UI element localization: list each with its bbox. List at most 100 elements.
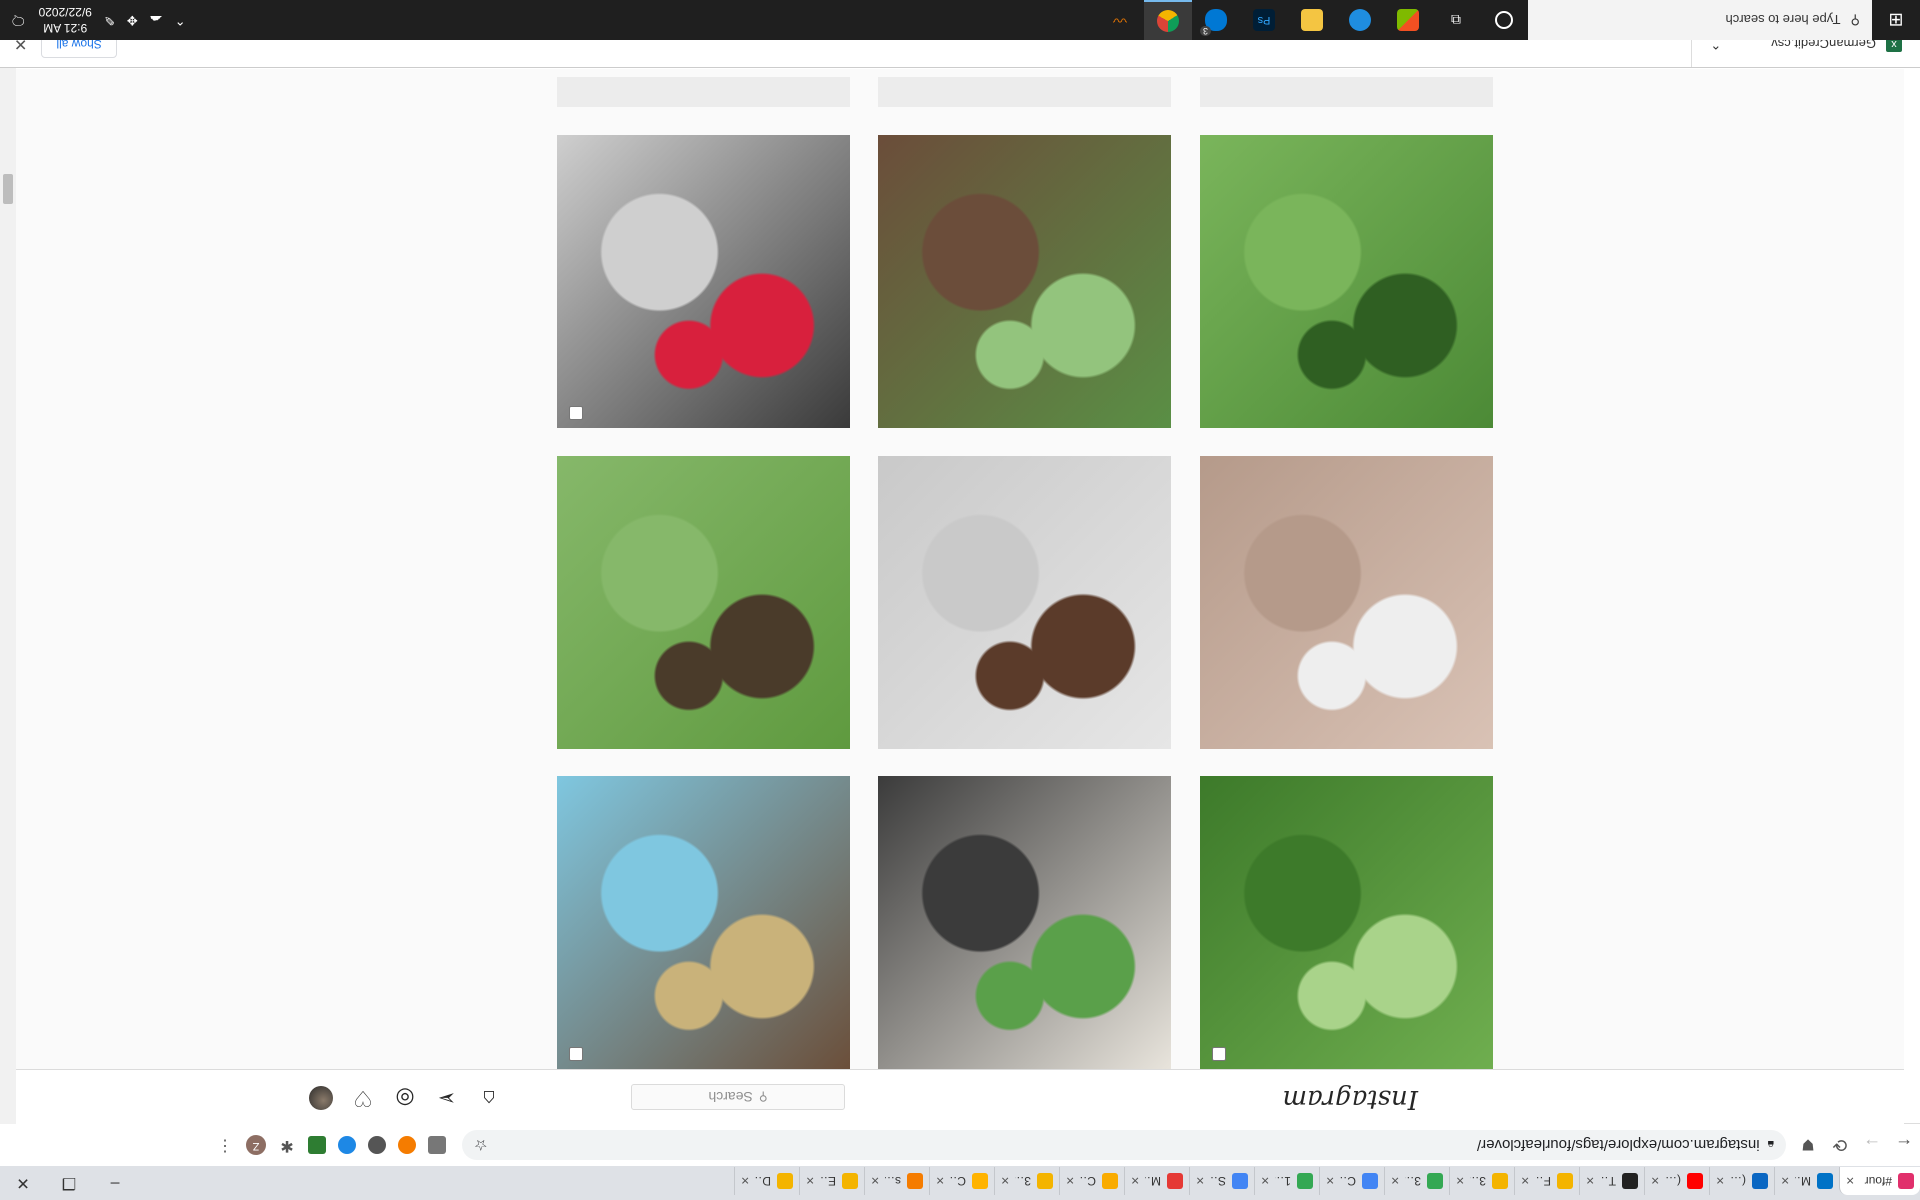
- browser-tab[interactable]: Copy ×: [1059, 1167, 1124, 1195]
- extension-orange-icon[interactable]: [398, 1136, 416, 1154]
- pen-icon[interactable]: ✎: [104, 12, 115, 28]
- back-icon[interactable]: ←: [1888, 1135, 1920, 1156]
- cortana-icon[interactable]: [1480, 0, 1528, 40]
- windows-taskbar: ⊞ ⚲ Type here to search ⧉ Ps 3 〰 ⌃ ☁ ✥ ✎…: [0, 0, 1920, 40]
- browser-tab[interactable]: Data ×: [734, 1167, 799, 1195]
- tab-close-icon[interactable]: ×: [1001, 1173, 1009, 1189]
- taskbar-search-box[interactable]: ⚲ Type here to search: [1528, 0, 1872, 40]
- tab-close-icon[interactable]: ×: [1066, 1173, 1074, 1189]
- photoshop-icon[interactable]: Ps: [1240, 0, 1288, 40]
- close-window-button[interactable]: ✕: [0, 1173, 46, 1193]
- browser-tab[interactable]: Expe ×: [799, 1167, 864, 1195]
- cloud-icon[interactable]: ☁: [150, 12, 163, 28]
- browser-tab[interactable]: Mini- ×: [1124, 1167, 1189, 1195]
- browser-tab[interactable]: Class ×: [929, 1167, 994, 1195]
- browser-tab[interactable]: Searc ×: [1189, 1167, 1254, 1195]
- tab-close-icon[interactable]: ×: [1521, 1173, 1529, 1189]
- browser-tab[interactable]: The I ×: [1579, 1167, 1644, 1195]
- onedrive-icon[interactable]: 3: [1192, 0, 1240, 40]
- browser-tab-strip: #four×Mail -×(1) Li×(7) Sı×The I×Featu×3…: [0, 1166, 1920, 1200]
- post-thumbnail[interactable]: [1200, 135, 1493, 428]
- browser-tab[interactable]: (1) Li ×: [1709, 1167, 1774, 1195]
- omnibox[interactable]: 🔒︎ instagram.com/explore/tags/fourleafcl…: [462, 1130, 1786, 1160]
- browser-tab[interactable]: (7) Sı ×: [1644, 1167, 1709, 1195]
- scrollbar-thumb[interactable]: [3, 174, 13, 204]
- tab-close-icon[interactable]: ×: [936, 1173, 944, 1189]
- browser-tab[interactable]: Capst ×: [1319, 1167, 1384, 1195]
- post-thumbnail[interactable]: [557, 776, 850, 1069]
- post-thumbnail-partial[interactable]: [557, 77, 850, 107]
- page-scrollbar[interactable]: [0, 68, 16, 1124]
- direct-message-icon[interactable]: ➢: [434, 1085, 460, 1111]
- extension-blue-icon[interactable]: [338, 1136, 356, 1154]
- extension-pocket-icon[interactable]: ⛊: [1792, 1137, 1824, 1154]
- tab-close-icon[interactable]: ×: [1846, 1173, 1854, 1189]
- explore-compass-icon[interactable]: ◎: [392, 1085, 418, 1111]
- tab-close-icon[interactable]: ×: [1456, 1173, 1464, 1189]
- menu-kebab-icon[interactable]: ⋮: [216, 1136, 234, 1154]
- forward-icon[interactable]: →: [1856, 1135, 1888, 1156]
- tab-title: Mail -: [1795, 1174, 1811, 1188]
- browser-tab[interactable]: 3.2.4 ×: [994, 1167, 1059, 1195]
- tab-close-icon[interactable]: ×: [1196, 1173, 1204, 1189]
- post-thumbnail[interactable]: [878, 456, 1171, 749]
- profile-avatar[interactable]: Z: [246, 1135, 266, 1155]
- post-thumbnail-partial[interactable]: [1200, 77, 1493, 107]
- browser-tab[interactable]: #four ×: [1839, 1167, 1920, 1195]
- extension-dark-icon[interactable]: [368, 1136, 386, 1154]
- activity-heart-icon[interactable]: ♡: [350, 1085, 376, 1111]
- post-image: [557, 456, 850, 749]
- task-view-icon[interactable]: ⧉: [1432, 0, 1480, 40]
- tab-close-icon[interactable]: ×: [871, 1173, 879, 1189]
- tab-close-icon[interactable]: ×: [806, 1173, 814, 1189]
- extension-green-icon[interactable]: [308, 1136, 326, 1154]
- url-text[interactable]: instagram.com/explore/tags/fourleafclove…: [1477, 1137, 1760, 1154]
- browser-tab[interactable]: Mail - ×: [1774, 1167, 1839, 1195]
- browser-tab[interactable]: 3.5 C ×: [1384, 1167, 1449, 1195]
- post-thumbnail[interactable]: [557, 135, 850, 428]
- chevron-up-tray-icon[interactable]: ⌃: [175, 12, 186, 28]
- browser-tab[interactable]: src/C ×: [864, 1167, 929, 1195]
- post-thumbnail[interactable]: [878, 776, 1171, 1069]
- home-icon[interactable]: ⌂: [476, 1085, 502, 1111]
- tab-close-icon[interactable]: ×: [1781, 1173, 1789, 1189]
- store-icon[interactable]: [1384, 0, 1432, 40]
- post-thumbnail[interactable]: [1200, 776, 1493, 1069]
- notifications-icon[interactable]: 🗨︎: [10, 12, 27, 28]
- chrome-icon[interactable]: [1144, 0, 1192, 40]
- tab-close-icon[interactable]: ×: [1586, 1173, 1594, 1189]
- restore-button[interactable]: ❐: [46, 1173, 92, 1193]
- post-thumbnail[interactable]: [557, 456, 850, 749]
- extension-g-icon[interactable]: [428, 1136, 446, 1154]
- address-bar-row: ← → ⟳ ⛊ 🔒︎ instagram.com/explore/tags/fo…: [0, 1123, 1920, 1166]
- tab-close-icon[interactable]: ×: [1391, 1173, 1399, 1189]
- instagram-logo[interactable]: Instagram: [1282, 1084, 1418, 1114]
- select-checkbox[interactable]: [569, 406, 583, 420]
- edge-icon[interactable]: [1336, 0, 1384, 40]
- minimize-button[interactable]: –: [92, 1174, 138, 1192]
- tab-close-icon[interactable]: ×: [1261, 1173, 1269, 1189]
- extensions-puzzle-icon[interactable]: ✱: [278, 1136, 296, 1154]
- post-thumbnail[interactable]: [878, 135, 1171, 428]
- browser-tab[interactable]: 3.2.4 ×: [1449, 1167, 1514, 1195]
- post-thumbnail-partial[interactable]: [878, 77, 1171, 107]
- tab-close-icon[interactable]: ×: [1651, 1173, 1659, 1189]
- dropbox-icon[interactable]: ✥: [127, 12, 138, 28]
- reload-icon[interactable]: ⟳: [1824, 1135, 1856, 1156]
- tab-close-icon[interactable]: ×: [1131, 1173, 1139, 1189]
- tab-close-icon[interactable]: ×: [741, 1173, 749, 1189]
- post-thumbnail[interactable]: [1200, 456, 1493, 749]
- bookmark-star-icon[interactable]: ☆: [474, 1136, 487, 1154]
- search-input[interactable]: ⚲ Search: [631, 1084, 845, 1110]
- windows-start-icon[interactable]: ⊞: [1872, 0, 1920, 40]
- select-checkbox[interactable]: [569, 1047, 583, 1061]
- browser-tab[interactable]: 1585: ×: [1254, 1167, 1319, 1195]
- terminal-icon[interactable]: 〰: [1096, 0, 1144, 40]
- browser-tab[interactable]: Featu ×: [1514, 1167, 1579, 1195]
- tab-close-icon[interactable]: ×: [1326, 1173, 1334, 1189]
- profile-avatar-icon[interactable]: [308, 1085, 334, 1111]
- clock[interactable]: 9:21 AM 9/22/2020: [39, 4, 92, 36]
- file-explorer-icon[interactable]: [1288, 0, 1336, 40]
- tab-close-icon[interactable]: ×: [1716, 1173, 1724, 1189]
- select-checkbox[interactable]: [1212, 1047, 1226, 1061]
